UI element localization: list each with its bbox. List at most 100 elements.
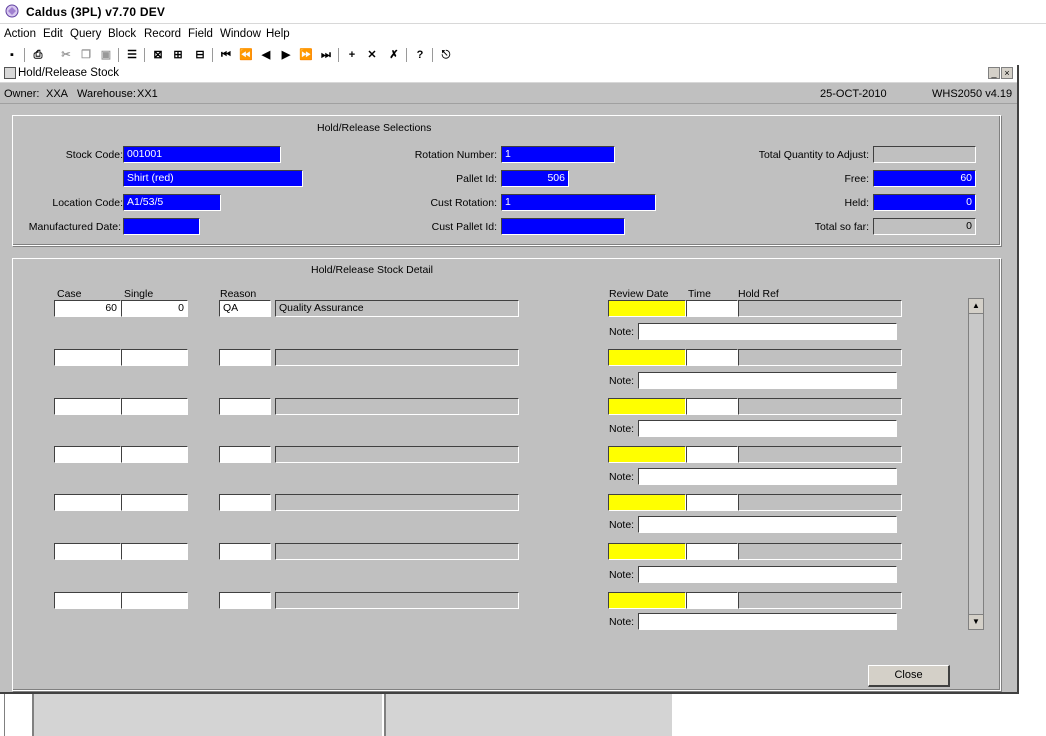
hold-ref-field[interactable] xyxy=(738,300,902,317)
review-date-field[interactable] xyxy=(608,543,686,560)
location-code-field[interactable]: A1/53/5 xyxy=(123,194,221,211)
time-field[interactable] xyxy=(686,398,738,415)
cust-pallet-id-field[interactable] xyxy=(501,218,625,235)
reason-description-field[interactable] xyxy=(275,349,519,366)
enter-query-icon[interactable]: ⊠ xyxy=(150,47,166,63)
case-field[interactable] xyxy=(54,494,121,511)
single-field[interactable] xyxy=(121,398,188,415)
delete-record-icon[interactable]: ✕ xyxy=(364,47,380,63)
menu-action[interactable]: Action xyxy=(4,28,36,40)
cust-rotation-field[interactable]: 1 xyxy=(501,194,656,211)
total-qty-field[interactable] xyxy=(873,146,976,163)
hold-ref-field[interactable] xyxy=(738,494,902,511)
time-field[interactable] xyxy=(686,446,738,463)
case-field[interactable] xyxy=(54,349,121,366)
help-icon[interactable]: ? xyxy=(412,47,428,63)
manufactured-date-field[interactable] xyxy=(123,218,200,235)
reason-field[interactable] xyxy=(219,349,271,366)
review-date-field[interactable] xyxy=(608,398,686,415)
menu-block[interactable]: Block xyxy=(108,28,136,40)
clear-record-icon[interactable]: ✗ xyxy=(386,47,402,63)
next-record-icon[interactable]: ▶ xyxy=(278,47,294,63)
review-date-field[interactable] xyxy=(608,349,686,366)
single-field[interactable] xyxy=(121,446,188,463)
reason-description-field[interactable] xyxy=(275,543,519,560)
note-field[interactable] xyxy=(638,613,897,630)
reason-description-field[interactable] xyxy=(275,494,519,511)
cut-icon[interactable]: ✂ xyxy=(58,47,74,63)
menu-edit[interactable]: Edit xyxy=(43,28,63,40)
close-button[interactable]: Close xyxy=(868,665,950,687)
menu-help[interactable]: Help xyxy=(266,28,290,40)
minimize-icon[interactable]: _ xyxy=(988,67,1000,79)
menu-window[interactable]: Window xyxy=(220,28,261,40)
note-field[interactable] xyxy=(638,468,897,485)
note-field[interactable] xyxy=(638,566,897,583)
print-icon[interactable]: ⎙ xyxy=(30,47,46,63)
stock-code-field[interactable]: 001001 xyxy=(123,146,281,163)
pallet-id-field[interactable]: 506 xyxy=(501,170,569,187)
rotation-number-field[interactable]: 1 xyxy=(501,146,615,163)
cancel-query-icon[interactable]: ⊟ xyxy=(192,47,208,63)
save-icon[interactable]: ▪ xyxy=(4,47,20,63)
close-window-icon[interactable]: × xyxy=(1001,67,1013,79)
hold-ref-field[interactable] xyxy=(738,543,902,560)
note-field[interactable] xyxy=(638,420,897,437)
time-field[interactable] xyxy=(686,300,738,317)
menu-record[interactable]: Record xyxy=(144,28,181,40)
reason-field[interactable] xyxy=(219,543,271,560)
case-field[interactable] xyxy=(54,592,121,609)
time-field[interactable] xyxy=(686,494,738,511)
note-field[interactable] xyxy=(638,323,897,340)
note-field[interactable] xyxy=(638,516,897,533)
reason-field[interactable] xyxy=(219,494,271,511)
menu-field[interactable]: Field xyxy=(188,28,213,40)
single-field[interactable] xyxy=(121,592,188,609)
review-date-field[interactable] xyxy=(608,446,686,463)
execute-query-icon[interactable]: ⊞ xyxy=(170,47,186,63)
next-block-icon[interactable]: ⏩ xyxy=(298,47,314,63)
paste-icon[interactable]: ▣ xyxy=(98,47,114,63)
free-field[interactable]: 60 xyxy=(873,170,976,187)
time-field[interactable] xyxy=(686,592,738,609)
description-field[interactable]: Shirt (red) xyxy=(123,170,303,187)
time-field[interactable] xyxy=(686,543,738,560)
review-date-field[interactable] xyxy=(608,592,686,609)
note-field[interactable] xyxy=(638,372,897,389)
total-so-far-field[interactable]: 0 xyxy=(873,218,976,235)
hold-ref-field[interactable] xyxy=(738,349,902,366)
previous-record-icon[interactable]: ◀ xyxy=(258,47,274,63)
hold-ref-field[interactable] xyxy=(738,592,902,609)
case-field[interactable] xyxy=(54,446,121,463)
scroll-down-icon[interactable]: ▼ xyxy=(968,614,984,630)
reason-field[interactable] xyxy=(219,592,271,609)
single-field[interactable] xyxy=(121,494,188,511)
last-record-icon[interactable]: ⏭ xyxy=(318,47,334,63)
single-field[interactable] xyxy=(121,349,188,366)
review-date-field[interactable] xyxy=(608,300,686,317)
single-field[interactable] xyxy=(121,543,188,560)
reason-description-field[interactable] xyxy=(275,446,519,463)
hold-ref-field[interactable] xyxy=(738,446,902,463)
reason-field[interactable] xyxy=(219,398,271,415)
reason-description-field[interactable]: Quality Assurance xyxy=(275,300,519,317)
scroll-up-icon[interactable]: ▲ xyxy=(968,298,984,314)
previous-block-icon[interactable]: ⏪ xyxy=(238,47,254,63)
reason-field[interactable] xyxy=(219,446,271,463)
detail-scrollbar[interactable] xyxy=(968,298,984,630)
reason-description-field[interactable] xyxy=(275,398,519,415)
case-field[interactable] xyxy=(54,398,121,415)
insert-record-icon[interactable]: + xyxy=(344,47,360,63)
hold-ref-field[interactable] xyxy=(738,398,902,415)
list-icon[interactable]: ☰ xyxy=(124,47,140,63)
case-field[interactable]: 60 xyxy=(54,300,121,317)
copy-icon[interactable]: ❐ xyxy=(78,47,94,63)
reason-field[interactable]: QA xyxy=(219,300,271,317)
reason-description-field[interactable] xyxy=(275,592,519,609)
single-field[interactable]: 0 xyxy=(121,300,188,317)
exit-icon[interactable]: ⎋ xyxy=(438,47,454,63)
review-date-field[interactable] xyxy=(608,494,686,511)
case-field[interactable] xyxy=(54,543,121,560)
menu-query[interactable]: Query xyxy=(70,28,101,40)
first-record-icon[interactable]: ⏮ xyxy=(218,47,234,63)
